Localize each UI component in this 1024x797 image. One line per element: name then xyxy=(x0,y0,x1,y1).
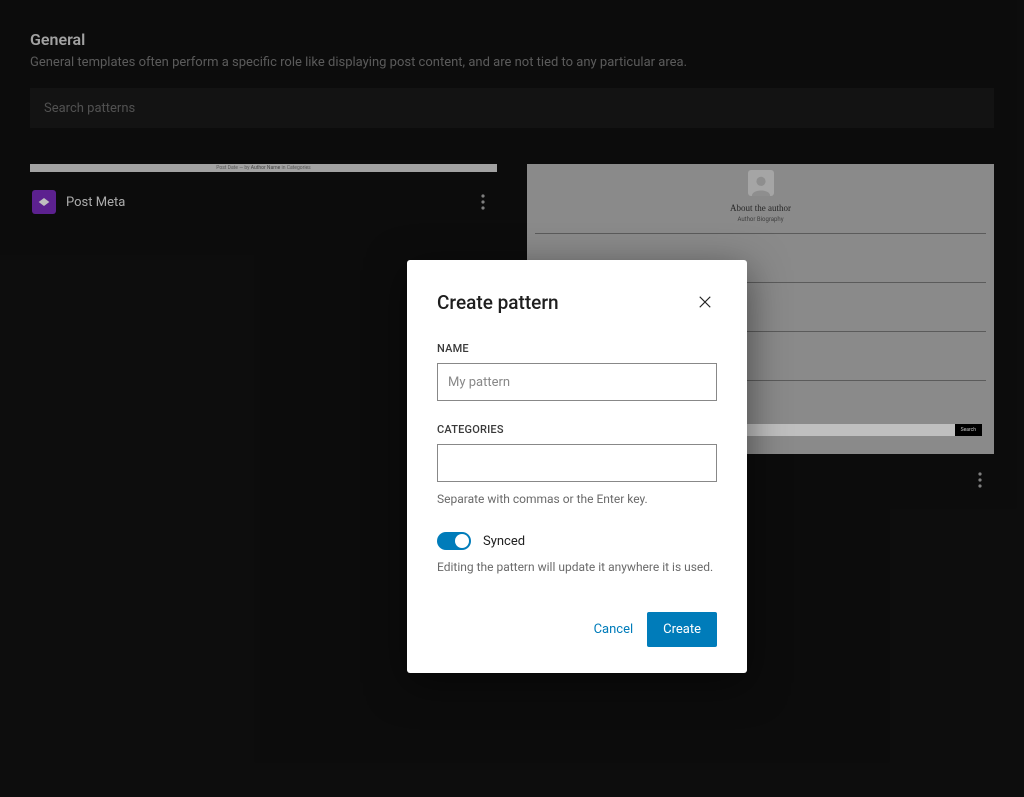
modal-actions: Cancel Create xyxy=(437,612,717,647)
author-box-preview: About the author Author Biography xyxy=(527,164,994,223)
create-button[interactable]: Create xyxy=(647,612,717,647)
cancel-button[interactable]: Cancel xyxy=(594,622,634,637)
synced-toggle[interactable] xyxy=(437,532,471,550)
more-actions-button[interactable] xyxy=(968,468,992,492)
about-author-biography: Author Biography xyxy=(527,216,994,223)
preview-meta-suffix: in Categories xyxy=(281,165,310,171)
search-strip-button: Search xyxy=(955,424,982,436)
avatar xyxy=(748,170,774,196)
divider xyxy=(535,233,986,234)
close-icon xyxy=(696,293,714,311)
synced-toggle-row: Synced xyxy=(437,532,717,550)
create-pattern-modal: Create pattern NAME CATEGORIES Separate … xyxy=(407,260,747,673)
pattern-icon xyxy=(32,190,56,214)
modal-title: Create pattern xyxy=(437,291,559,314)
close-button[interactable] xyxy=(693,290,717,314)
categories-help-text: Separate with commas or the Enter key. xyxy=(437,492,717,506)
synced-help-text: Editing the pattern will update it anywh… xyxy=(437,560,717,574)
pattern-name-label: Post Meta xyxy=(66,195,125,210)
pattern-card-footer: Post Meta xyxy=(30,172,497,214)
search-input[interactable] xyxy=(30,88,994,128)
categories-label: CATEGORIES xyxy=(437,423,717,436)
preview-meta-author: Author Name xyxy=(251,165,281,171)
more-vertical-icon xyxy=(978,472,982,488)
name-field-group: NAME xyxy=(437,342,717,401)
categories-field-group: CATEGORIES Separate with commas or the E… xyxy=(437,423,717,506)
more-vertical-icon xyxy=(481,194,485,210)
preview-meta-prefix: Post Date — by xyxy=(216,165,249,171)
more-actions-button[interactable] xyxy=(471,190,495,214)
synced-toggle-label: Synced xyxy=(483,534,525,549)
categories-input[interactable] xyxy=(437,444,717,482)
page-subtitle: General templates often perform a specif… xyxy=(30,55,994,70)
name-input[interactable] xyxy=(437,363,717,401)
about-author-title: About the author xyxy=(527,203,994,213)
pattern-preview[interactable]: Post Date — by Author Name in Categories xyxy=(30,164,497,172)
name-label: NAME xyxy=(437,342,717,355)
page-title: General xyxy=(30,30,994,49)
